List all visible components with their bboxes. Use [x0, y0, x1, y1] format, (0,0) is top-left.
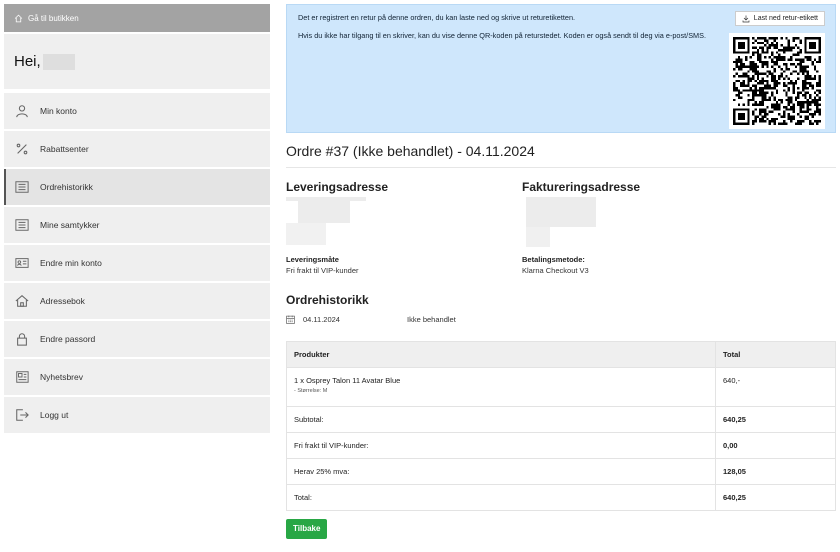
- list-icon: [14, 180, 30, 194]
- account-nav: Min konto Rabattsenter Ordrehistorikk Mi…: [4, 93, 270, 433]
- go-to-store-link[interactable]: Gå til butikken: [4, 4, 270, 32]
- home-icon: [14, 14, 23, 22]
- payment-method-label: Betalingsmetode:: [522, 255, 585, 264]
- billing-address: Faktureringsadresse Betalingsmetode: Kla…: [522, 180, 758, 275]
- product-name: 1 x Osprey Talon 11 Avatar Blue: [294, 376, 401, 385]
- address-section: Leveringsadresse Leveringsmåte Fri frakt…: [286, 180, 836, 275]
- newspaper-icon: [14, 370, 30, 384]
- back-button[interactable]: Tilbake: [286, 519, 328, 539]
- greeting-text: Hei,: [14, 53, 41, 70]
- total-label: Total:: [286, 484, 716, 511]
- return-notice: Det er registrert en retur på denne ordr…: [286, 4, 836, 133]
- order-history-heading: Ordrehistorikk: [286, 293, 369, 307]
- product-size: - Størrelse: M: [294, 388, 328, 394]
- redacted-billing-address: [522, 197, 758, 247]
- sidebar-item-label: Ordrehistorikk: [40, 182, 93, 192]
- sidebar-item-endre-min-konto[interactable]: Endre min konto: [4, 245, 270, 281]
- total-value: 640,25: [715, 484, 836, 511]
- redacted-delivery-address: [286, 197, 522, 247]
- list-icon: [14, 218, 30, 232]
- sidebar: Gå til butikken Hei, Min konto Rabattsen…: [4, 4, 270, 435]
- shipping-method-label: Leveringsmåte: [286, 255, 339, 264]
- sidebar-item-min-konto[interactable]: Min konto: [4, 93, 270, 129]
- sidebar-item-mine-samtykker[interactable]: Mine samtykker: [4, 207, 270, 243]
- user-icon: [14, 104, 30, 118]
- history-date: 04.11.2024: [303, 315, 340, 324]
- sidebar-item-label: Rabattsenter: [40, 144, 89, 154]
- sidebar-item-label: Min konto: [40, 106, 77, 116]
- delivery-address: Leveringsadresse Leveringsmåte Fri frakt…: [286, 180, 522, 275]
- table-row: Herav 25% mva: 128,05: [286, 458, 836, 485]
- sidebar-item-logg-ut[interactable]: Logg ut: [4, 397, 270, 433]
- sidebar-item-label: Adressebok: [40, 296, 85, 306]
- order-items-table: Produkter Total 1 x Osprey Talon 11 Avat…: [286, 341, 836, 511]
- id-card-icon: [14, 256, 30, 270]
- vat-label: Herav 25% mva:: [286, 458, 716, 485]
- subtotal-label: Subtotal:: [286, 406, 716, 433]
- sidebar-item-nyhetsbrev[interactable]: Nyhetsbrev: [4, 359, 270, 395]
- table-row: 1 x Osprey Talon 11 Avatar Blue - Større…: [286, 367, 836, 407]
- logout-icon: [14, 408, 30, 422]
- lock-icon: [14, 332, 30, 346]
- payment-method-value: Klarna Checkout V3: [522, 266, 589, 275]
- sidebar-item-endre-passord[interactable]: Endre passord: [4, 321, 270, 357]
- sidebar-item-label: Endre min konto: [40, 258, 102, 268]
- home-icon: [14, 294, 30, 308]
- billing-address-heading: Faktureringsadresse: [522, 180, 641, 194]
- download-label: Last ned retur-etikett: [753, 14, 818, 22]
- percent-icon: [14, 142, 30, 156]
- column-header-products: Produkter: [286, 341, 716, 368]
- table-row: Fri frakt til VIP-kunder: 0,00: [286, 432, 836, 459]
- shipping-method-value: Fri frakt til VIP-kunder: [286, 266, 359, 275]
- sidebar-item-label: Mine samtykker: [40, 220, 100, 230]
- shipping-label: Fri frakt til VIP-kunder:: [286, 432, 716, 459]
- table-row: Total: 640,25: [286, 484, 836, 511]
- history-status: Ikke behandlet: [407, 315, 456, 324]
- sidebar-item-label: Endre passord: [40, 334, 96, 344]
- calendar-icon: [286, 315, 295, 324]
- redacted-name: [42, 53, 75, 70]
- go-to-store-label: Gå til butikken: [28, 13, 79, 23]
- shipping-value: 0,00: [715, 432, 836, 459]
- main-content: Det er registrert en retur på denne ordr…: [286, 4, 836, 539]
- table-row: Subtotal: 640,25: [286, 406, 836, 433]
- product-cell: 1 x Osprey Talon 11 Avatar Blue - Større…: [286, 367, 716, 407]
- table-header-row: Produkter Total: [286, 341, 836, 368]
- product-total: 640,-: [715, 367, 836, 407]
- delivery-address-heading: Leveringsadresse: [286, 180, 389, 194]
- return-notice-line2: Hvis du ikke har tilgang til en skriver,…: [298, 30, 707, 40]
- download-return-label-button[interactable]: Last ned retur-etikett: [734, 11, 825, 26]
- sidebar-item-label: Nyhetsbrev: [40, 372, 83, 382]
- greeting: Hei,: [4, 34, 270, 89]
- return-qr-code: [729, 33, 825, 129]
- column-header-total: Total: [715, 341, 836, 368]
- sidebar-item-adressebok[interactable]: Adressebok: [4, 283, 270, 319]
- order-title: Ordre #37 (Ikke behandlet) - 04.11.2024: [286, 143, 836, 168]
- history-entry: 04.11.2024 Ikke behandlet: [286, 315, 836, 324]
- download-icon: [742, 15, 750, 22]
- sidebar-item-ordrehistorikk[interactable]: Ordrehistorikk: [4, 169, 270, 205]
- sidebar-item-label: Logg ut: [40, 410, 69, 420]
- subtotal-value: 640,25: [715, 406, 836, 433]
- vat-value: 128,05: [715, 458, 836, 485]
- sidebar-item-rabattsenter[interactable]: Rabattsenter: [4, 131, 270, 167]
